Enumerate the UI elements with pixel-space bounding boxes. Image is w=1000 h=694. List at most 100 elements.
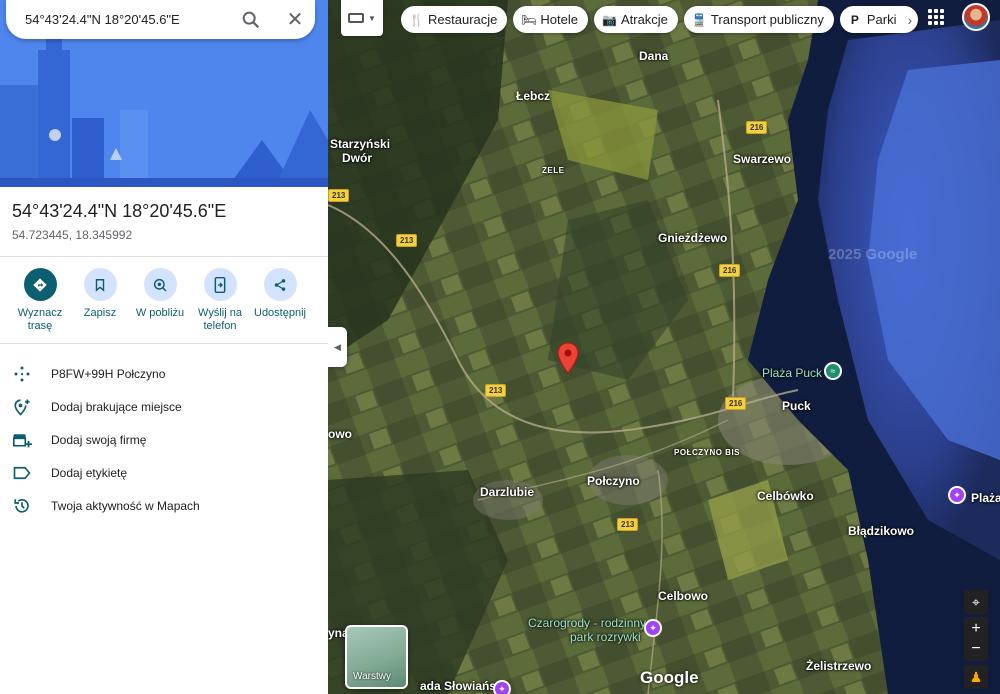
street-view-button[interactable]: ♟ [964, 665, 988, 689]
collapse-panel-button[interactable]: ◀ [328, 327, 347, 367]
list-item-label: Dodaj brakujące miejsce [51, 399, 182, 414]
map-label[interactable]: Łebcz [516, 89, 550, 103]
avatar[interactable] [962, 3, 990, 31]
chip-parking[interactable]: P Parki › [839, 6, 919, 33]
map-label[interactable]: Dwór [342, 151, 372, 165]
layers-button[interactable]: Warstwy [345, 625, 408, 689]
nearby-button[interactable]: W pobliżu [130, 268, 190, 320]
chevron-left-icon: ◀ [334, 341, 341, 352]
action-label: W pobliżu [135, 307, 185, 319]
map-label[interactable]: Celbowo [658, 589, 708, 603]
search-box[interactable]: 54°43'24.4"N 18°20'45.6"E ✕ [6, 0, 315, 39]
search-input[interactable]: 54°43'24.4"N 18°20'45.6"E [25, 12, 315, 27]
attraction-poi-icon[interactable]: ✦ [644, 619, 662, 637]
chip-label: Atrakcje [620, 12, 668, 27]
add-missing-place-row[interactable]: Dodaj brakujące miejsce [0, 390, 328, 423]
history-icon [12, 496, 32, 516]
directions-icon [23, 268, 57, 301]
send-to-phone-icon [203, 268, 237, 301]
chevron-right-icon[interactable]: › [908, 12, 913, 28]
action-label: Wyznacz trasę [17, 307, 63, 332]
map-canvas[interactable]: 2025 Google Dana Łebcz Starzyński Dwór S… [328, 0, 1000, 694]
attraction-poi-icon[interactable]: ✦ [948, 486, 966, 504]
restaurant-icon: 🍴 [409, 12, 424, 27]
road-shield: 213 [617, 518, 639, 531]
road-shield: 213 [396, 234, 418, 247]
chip-restaurants[interactable]: 🍴 Restauracje [401, 6, 508, 33]
map-label[interactable]: Darzlubie [480, 485, 534, 499]
map-label[interactable]: Celbówko [757, 489, 814, 503]
search-icon[interactable] [240, 9, 262, 31]
map-label[interactable]: owo [328, 427, 352, 441]
map-label[interactable]: Starzyński [330, 137, 390, 151]
map-poi-label[interactable]: Plaża Puck [762, 366, 822, 380]
beach-poi-icon[interactable]: ≈ [824, 362, 842, 380]
zoom-controls: + − [964, 617, 988, 661]
divider [0, 256, 328, 257]
list-item-label: Dodaj swoją firmę [51, 432, 147, 447]
map-label[interactable]: Połczyno [587, 474, 640, 488]
divider [0, 343, 328, 344]
add-place-icon [12, 397, 32, 417]
chip-label: Parki [866, 12, 897, 27]
send-to-phone-button[interactable]: Wyślij na telefon [190, 268, 250, 333]
transit-icon: 🚆 [691, 12, 707, 27]
share-button[interactable]: Udostępnij [250, 268, 310, 320]
camera-icon: 📷 [601, 12, 617, 27]
plus-code-row[interactable]: P8FW+99H Połczyno [0, 357, 328, 390]
map-label[interactable]: Dana [639, 49, 668, 63]
road-shield: 216 [746, 121, 768, 134]
add-label-row[interactable]: Dodaj etykietę [0, 456, 328, 489]
list-item-label: Twoja aktywność w Mapach [51, 498, 200, 513]
label-icon [12, 463, 32, 483]
save-button[interactable]: Zapisz [70, 268, 130, 320]
location-pin-icon[interactable] [557, 342, 579, 374]
caret-down-icon: ▼ [368, 13, 376, 23]
place-decimal-coordinates: 54.723445, 18.345992 [12, 228, 133, 242]
chip-transit[interactable]: 🚆 Transport publiczny [683, 6, 834, 33]
hotel-icon: 🛏 [521, 12, 537, 27]
chip-attractions[interactable]: 📷 Atrakcje [593, 6, 678, 33]
share-icon [263, 268, 297, 301]
list-item-label: P8FW+99H Połczyno [51, 366, 166, 381]
parking-icon: P [850, 12, 859, 27]
chip-label: Restauracje [428, 12, 498, 27]
list-item-label: Dodaj etykietę [51, 465, 128, 480]
my-location-button[interactable]: ⌖ [964, 590, 988, 614]
map-poi-label[interactable]: Czarogrody - rodzinny [528, 616, 646, 630]
chip-hotels[interactable]: 🛏 Hotele [513, 6, 588, 33]
map-watermark: 2025 Google [828, 246, 918, 263]
map-label[interactable]: Swarzewo [733, 152, 791, 166]
bookmark-icon [83, 268, 117, 301]
keyboard-icon [348, 13, 365, 23]
add-business-row[interactable]: Dodaj swoją firmę [0, 423, 328, 456]
road-shield: 216 [719, 264, 741, 277]
map-poi-label[interactable]: park rozrywki [570, 630, 641, 644]
apps-grid-icon[interactable] [928, 9, 944, 25]
google-logo: Google [640, 668, 699, 687]
zoom-out-icon[interactable]: − [971, 639, 980, 659]
map-label[interactable]: Plaża [971, 491, 1000, 505]
chip-label: Transport publiczny [710, 12, 824, 27]
action-label: Udostępnij [254, 307, 306, 319]
attraction-poi-icon[interactable]: ✦ [493, 680, 511, 694]
place-title: 54°43'24.4"N 18°20'45.6"E [12, 201, 227, 221]
chip-label: Hotele [540, 12, 578, 27]
side-panel: 54°43'24.4"N 18°20'45.6"E ✕ 54°43'24.4"N… [0, 0, 328, 694]
pegman-icon: ♟ [969, 668, 983, 685]
directions-button[interactable]: Wyznacz trasę [10, 268, 70, 333]
zoom-in-icon[interactable]: + [971, 619, 980, 639]
action-label: Wyślij na telefon [198, 307, 242, 332]
maps-activity-row[interactable]: Twoja aktywność w Mapach [0, 489, 328, 522]
close-icon[interactable]: ✕ [284, 9, 306, 31]
category-chips: 🍴 Restauracje 🛏 Hotele 📷 Atrakcje 🚆 Tran… [401, 6, 919, 33]
keyboard-toggle-button[interactable]: ▼ [341, 0, 383, 36]
map-label: POŁCZYNO BIS [674, 448, 741, 457]
action-label: Zapisz [83, 307, 117, 319]
map-label[interactable]: Żelistrzewo [806, 659, 871, 673]
map-label[interactable]: Błądzikowo [848, 524, 914, 538]
map-label[interactable]: Puck [782, 399, 811, 413]
map-label[interactable]: Gnieżdżewo [658, 231, 727, 245]
my-location-icon: ⌖ [972, 593, 980, 610]
road-shield: 213 [485, 384, 507, 397]
